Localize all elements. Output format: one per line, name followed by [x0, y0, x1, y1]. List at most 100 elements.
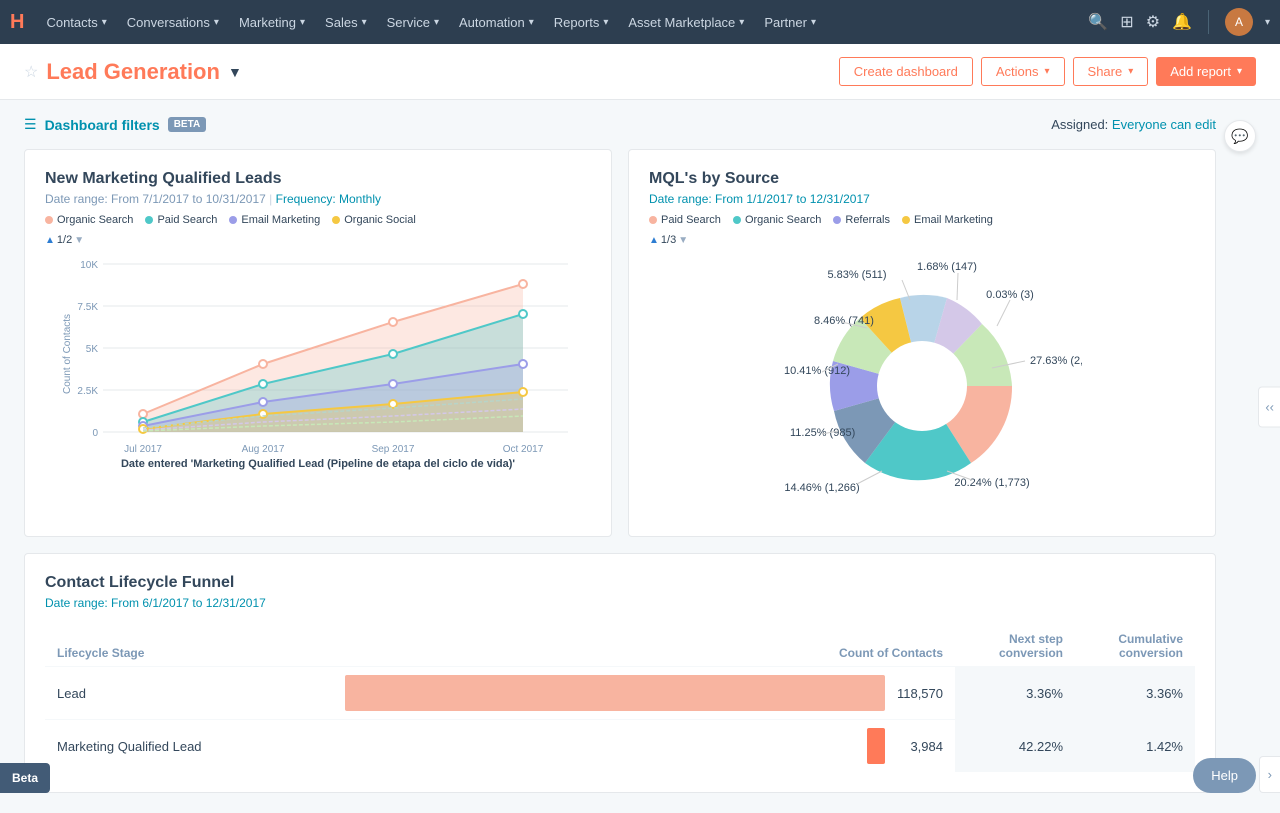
legend-email-marketing: Email Marketing: [229, 214, 320, 226]
mql-chart: 10K 7.5K 5K 2.5K 0 Jul 2017 Aug 2017 Sep…: [45, 254, 591, 454]
title-dropdown-icon[interactable]: ▼: [228, 64, 242, 80]
svg-text:20.24% (1,773): 20.24% (1,773): [954, 477, 1029, 489]
nav-item-partner[interactable]: Partner▾: [754, 15, 826, 30]
mql-card: New Marketing Qualified Leads Date range…: [24, 149, 612, 537]
svg-text:14.46% (1,266): 14.46% (1,266): [784, 482, 859, 494]
svg-text:Oct 2017: Oct 2017: [503, 444, 544, 455]
svg-text:10K: 10K: [80, 260, 98, 271]
settings-icon[interactable]: ⚙: [1146, 12, 1160, 32]
share-button[interactable]: Share▾: [1073, 57, 1149, 86]
cards-row: New Marketing Qualified Leads Date range…: [24, 149, 1216, 537]
nav-item-sales[interactable]: Sales▾: [315, 15, 377, 30]
funnel-card: Contact Lifecycle Funnel Date range: Fro…: [24, 553, 1216, 793]
search-icon[interactable]: 🔍: [1088, 12, 1108, 32]
legend-referrals: Referrals: [833, 214, 890, 226]
bar-lead: [345, 675, 885, 711]
funnel-table: Lifecycle Stage Count of Contacts Next s…: [45, 626, 1195, 772]
nav-item-asset-marketplace[interactable]: Asset Marketplace▾: [618, 15, 754, 30]
legend-paid-search: Paid Search: [649, 214, 721, 226]
header-actions: Create dashboard Actions▾ Share▾ Add rep…: [839, 57, 1256, 86]
table-row-mql: Marketing Qualified Lead 3,984 42.22% 1.…: [45, 720, 1195, 773]
source-pagination[interactable]: ▲ 1/3 ▼: [649, 234, 1195, 246]
source-card-date: Date range: From 1/1/2017 to 12/31/2017: [649, 192, 1195, 206]
assigned-prefix: Assigned:: [1051, 117, 1108, 132]
svg-text:11.25% (985): 11.25% (985): [790, 427, 855, 439]
funnel-card-date: Date range: From 6/1/2017 to 12/31/2017: [45, 596, 1195, 610]
source-prev-arrow[interactable]: ▲: [649, 235, 659, 246]
filter-bar: ☰ Dashboard filters BETA Assigned: Every…: [24, 116, 1216, 133]
next-step-lead: 3.36%: [955, 667, 1075, 720]
top-navigation: H Contacts▾ Conversations▾ Marketing▾ Sa…: [0, 0, 1280, 44]
nav-item-contacts[interactable]: Contacts▾: [36, 15, 116, 30]
user-avatar[interactable]: A: [1225, 8, 1253, 36]
help-button[interactable]: Help: [1193, 758, 1256, 793]
mql-pagination[interactable]: ▲ 1/2 ▼: [45, 234, 591, 246]
mql-card-date: Date range: From 7/1/2017 to 10/31/2017 …: [45, 192, 591, 206]
col-next-step: Next step conversion: [955, 626, 1075, 667]
pie-chart-svg: 27.63% (2,420) 20.24% (1,773) 14.46% (1,…: [762, 256, 1082, 516]
filter-icon: ☰: [24, 116, 37, 133]
legend-organic-search: Organic Search: [45, 214, 133, 226]
main-content: ☰ Dashboard filters BETA Assigned: Every…: [0, 100, 1240, 809]
svg-text:2.5K: 2.5K: [77, 386, 98, 397]
col-lifecycle-stage: Lifecycle Stage: [45, 626, 333, 667]
filter-label[interactable]: Dashboard filters: [45, 117, 160, 133]
beta-button[interactable]: Beta: [0, 763, 50, 793]
add-report-button[interactable]: Add report▾: [1156, 57, 1256, 86]
chat-icon: 💬: [1231, 128, 1248, 145]
nav-items: Contacts▾ Conversations▾ Marketing▾ Sale…: [36, 15, 1088, 30]
nav-item-conversations[interactable]: Conversations▾: [117, 15, 229, 30]
svg-text:Aug 2017: Aug 2017: [242, 444, 285, 455]
svg-text:1.68% (147): 1.68% (147): [917, 261, 977, 273]
avatar-chevron[interactable]: ▾: [1265, 17, 1270, 28]
mql-legend: Organic Search Paid Search Email Marketi…: [45, 214, 591, 226]
grid-icon[interactable]: ⊞: [1120, 12, 1133, 32]
source-next-arrow[interactable]: ▼: [678, 235, 688, 246]
legend-email-marketing: Email Marketing: [902, 214, 993, 226]
count-lead: 118,570: [893, 686, 943, 701]
svg-text:Sep 2017: Sep 2017: [372, 444, 415, 455]
svg-text:Count of Contacts: Count of Contacts: [62, 314, 73, 394]
nav-item-marketing[interactable]: Marketing▾: [229, 15, 315, 30]
pie-chart-container: 27.63% (2,420) 20.24% (1,773) 14.46% (1,…: [649, 256, 1195, 516]
next-step-mql: 42.22%: [955, 720, 1075, 773]
bar-cell-mql: 3,984: [333, 720, 955, 773]
col-count: Count of Contacts: [333, 626, 955, 667]
nav-item-service[interactable]: Service▾: [377, 15, 449, 30]
favorite-icon[interactable]: ☆: [24, 62, 38, 82]
nav-next-button[interactable]: ›: [1259, 756, 1280, 793]
svg-text:5.83% (511): 5.83% (511): [827, 269, 886, 281]
svg-text:10.41% (912): 10.41% (912): [784, 365, 850, 377]
svg-text:0: 0: [92, 428, 98, 439]
bar-cell-lead: 118,570: [333, 667, 955, 720]
svg-text:0.03% (3): 0.03% (3): [986, 289, 1034, 301]
count-mql: 3,984: [893, 739, 943, 754]
svg-text:Jul 2017: Jul 2017: [124, 444, 162, 455]
cumulative-lead: 3.36%: [1075, 667, 1195, 720]
legend-organic-social: Organic Social: [332, 214, 416, 226]
svg-text:8.46% (741): 8.46% (741): [814, 315, 874, 327]
stage-lead: Lead: [45, 667, 333, 720]
table-row-lead: Lead 118,570 3.36% 3.36%: [45, 667, 1195, 720]
notifications-icon[interactable]: 🔔: [1172, 12, 1192, 32]
cumulative-mql: 1.42%: [1075, 720, 1195, 773]
svg-text:5K: 5K: [86, 344, 99, 355]
nav-item-automation[interactable]: Automation▾: [449, 15, 544, 30]
bar-mql: [867, 728, 885, 764]
chat-bubble[interactable]: 💬: [1224, 120, 1256, 152]
mql-page-num: 1/2: [57, 234, 72, 246]
mql-prev-arrow[interactable]: ▲: [45, 235, 55, 246]
assigned-link[interactable]: Everyone can edit: [1112, 117, 1216, 132]
hubspot-logo[interactable]: H: [10, 11, 24, 34]
legend-paid-search: Paid Search: [145, 214, 217, 226]
line-chart-svg: 10K 7.5K 5K 2.5K 0 Jul 2017 Aug 2017 Sep…: [45, 254, 591, 464]
nav-item-reports[interactable]: Reports▾: [544, 15, 619, 30]
create-dashboard-button[interactable]: Create dashboard: [839, 57, 973, 86]
assigned-area: Assigned: Everyone can edit: [1051, 117, 1216, 132]
sidebar-toggle[interactable]: ‹‹: [1258, 386, 1280, 427]
mql-next-arrow[interactable]: ▼: [74, 235, 84, 246]
actions-button[interactable]: Actions▾: [981, 57, 1065, 86]
source-card: MQL's by Source Date range: From 1/1/201…: [628, 149, 1216, 537]
stage-mql: Marketing Qualified Lead: [45, 720, 333, 773]
page-title-area: ☆ Lead Generation ▼: [24, 59, 839, 85]
